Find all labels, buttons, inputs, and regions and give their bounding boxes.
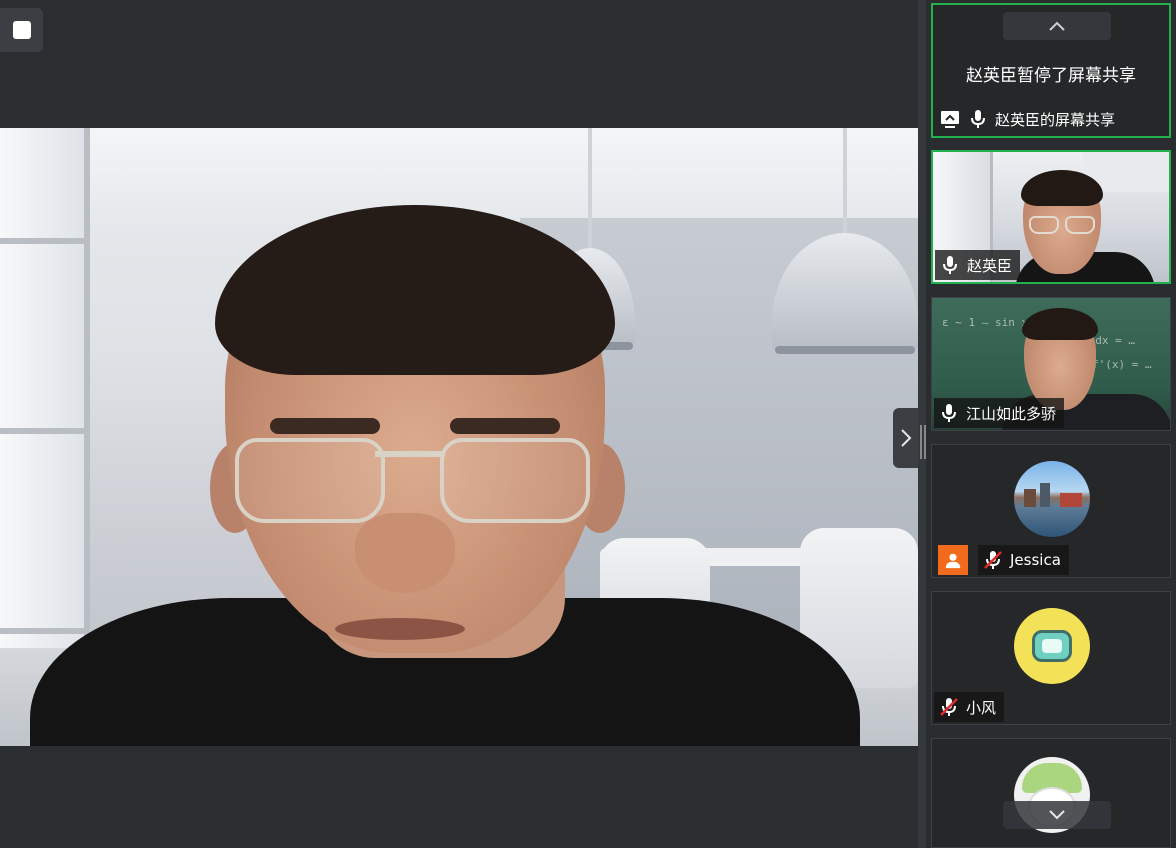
share-label: 赵英臣的屏幕共享 — [995, 110, 1116, 129]
participant-name: 小风 — [966, 698, 997, 717]
main-speaker-person — [30, 205, 860, 746]
scroll-down-button[interactable] — [1003, 801, 1111, 829]
share-name-tag: 赵英臣的屏幕共享 — [935, 104, 1123, 134]
participant-name: Jessica — [1010, 551, 1061, 569]
participant-name-tag: 赵英臣 — [935, 250, 1021, 280]
screen-share-icon — [939, 108, 961, 130]
chevron-down-icon — [1049, 810, 1065, 820]
main-speaker-video[interactable] — [0, 128, 918, 746]
participant-name-tag: 江山如此多骄 — [934, 398, 1065, 428]
collapse-panel-button[interactable] — [893, 408, 918, 468]
participant-tile[interactable]: Jessica — [931, 444, 1171, 578]
microphone-muted-icon — [982, 549, 1004, 571]
microphone-icon — [967, 108, 989, 130]
participant-name: 江山如此多骄 — [966, 404, 1057, 423]
main-stage — [0, 0, 918, 848]
meeting-window: 赵英臣暂停了屏幕共享 赵英臣的屏幕共享 赵英臣 ε ~ 1 — sin x ∫ … — [0, 0, 1176, 848]
participant-tile[interactable]: 赵英臣 — [931, 150, 1171, 284]
user-avatar-icon — [938, 545, 968, 575]
participant-tile[interactable] — [931, 738, 1171, 848]
share-paused-message: 赵英臣暂停了屏幕共享 — [966, 66, 1136, 86]
avatar — [1014, 608, 1090, 684]
microphone-icon — [938, 402, 960, 424]
participant-tile[interactable]: 小风 — [931, 591, 1171, 725]
microphone-icon — [939, 254, 961, 276]
scroll-up-button[interactable] — [1003, 12, 1111, 40]
stop-share-button[interactable] — [0, 8, 43, 52]
panel-resize-handle[interactable] — [920, 425, 926, 459]
chevron-up-icon — [1049, 21, 1065, 31]
participant-name-tag: 小风 — [934, 692, 1005, 722]
participant-name-tag: Jessica — [934, 545, 1077, 575]
avatar — [1014, 461, 1090, 537]
participant-name: 赵英臣 — [967, 256, 1013, 275]
stop-square-icon — [12, 21, 31, 39]
participant-tile[interactable]: ε ~ 1 — sin x ∫ dx = … f'(x) = … 江山如此多骄 — [931, 297, 1171, 431]
chevron-right-icon — [900, 429, 911, 447]
microphone-muted-icon — [938, 696, 960, 718]
